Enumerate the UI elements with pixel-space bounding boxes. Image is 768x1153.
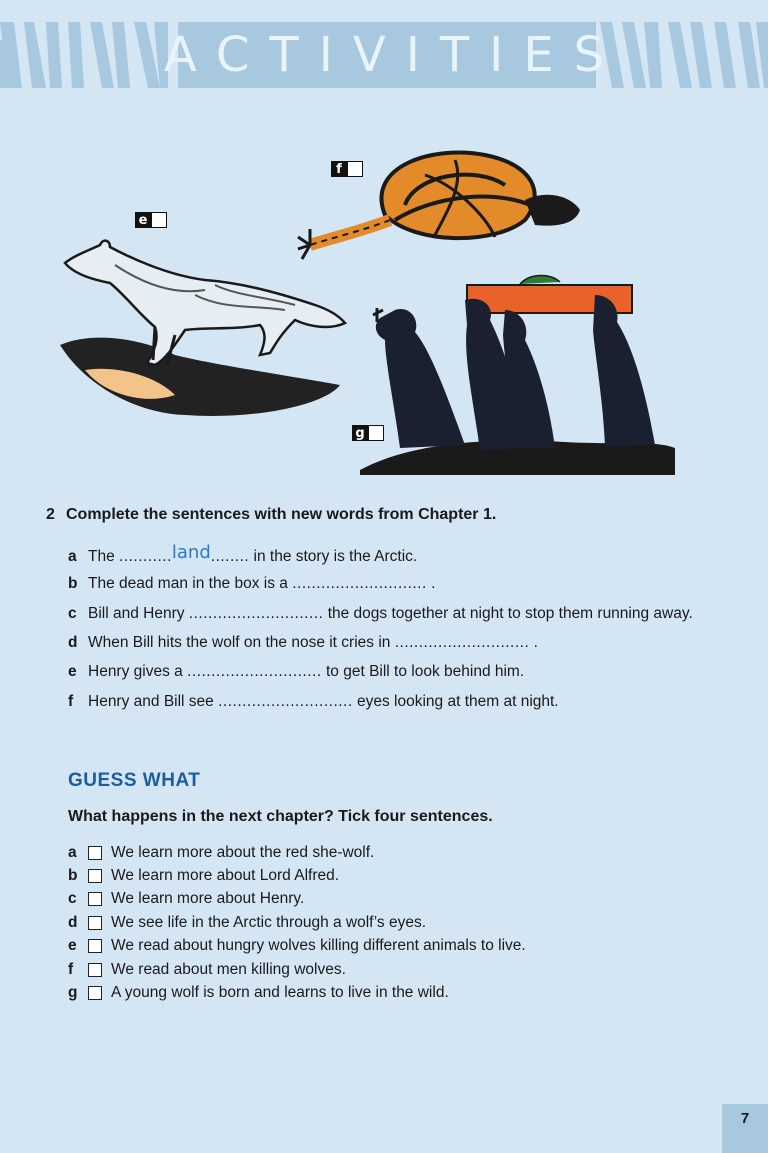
picture-label-g: g <box>352 425 384 441</box>
tick-checkbox[interactable] <box>88 892 102 906</box>
wolf-illustration <box>60 239 348 416</box>
exercise-number: 2 <box>46 506 55 523</box>
tick-checkbox[interactable] <box>88 846 102 860</box>
exercise-2-instruction: 2 Complete the sentences with new words f… <box>46 506 496 524</box>
item-letter: d <box>68 634 78 651</box>
sentence-text: in the story is the Arctic. <box>249 548 418 565</box>
funeral-illustration <box>360 274 675 475</box>
item-letter: b <box>68 867 78 884</box>
item-letter: e <box>68 937 77 954</box>
picture-label-e: e <box>135 212 167 228</box>
picture-letter: g <box>352 425 368 441</box>
item-letter: e <box>68 663 77 680</box>
sentence-e: e Henry gives a .........................… <box>68 663 524 681</box>
tick-checkbox[interactable] <box>88 963 102 977</box>
sentence-c: c Bill and Henry ........................… <box>68 605 693 623</box>
tick-item-text: We learn more about Henry. <box>111 890 305 907</box>
tick-item-text: We learn more about the red she-wolf. <box>111 844 375 861</box>
exercise-instruction-text: Complete the sentences with new words fr… <box>66 506 497 523</box>
tick-item-d: d We see life in the Arctic through a wol… <box>68 914 426 932</box>
item-letter: b <box>68 575 78 592</box>
page-title: ACTIVITIES <box>164 22 604 88</box>
answer-blank[interactable]: ............................ <box>218 693 353 710</box>
item-letter: a <box>68 844 77 861</box>
item-letter: f <box>68 961 74 978</box>
sentence-b: b The dead man in the box is a ..........… <box>68 575 435 593</box>
header-banner: ACTIVITIES <box>0 20 768 90</box>
item-letter: a <box>68 548 77 565</box>
tick-item-f: f We read about men killing wolves. <box>68 961 346 979</box>
item-letter: f <box>68 693 74 710</box>
tick-item-text: We see life in the Arctic through a wolf… <box>111 914 427 931</box>
sentence-text: to get Bill to look behind him. <box>321 663 525 680</box>
sentence-text: The dead man in the box is a <box>88 575 293 592</box>
answer-blank[interactable]: ............................ <box>187 663 322 680</box>
sentence-text: Bill and Henry <box>88 605 189 622</box>
sentence-text: . <box>529 634 538 651</box>
sentence-text: the dogs together at night to stop them … <box>323 605 693 622</box>
tick-item-text: We read about men killing wolves. <box>111 961 346 978</box>
item-letter: c <box>68 605 77 622</box>
item-letter: d <box>68 914 78 931</box>
tick-checkbox[interactable] <box>88 869 102 883</box>
tick-checkbox[interactable] <box>88 916 102 930</box>
sentence-f: f Henry and Bill see ....................… <box>68 693 559 711</box>
picture-letter: e <box>135 212 151 228</box>
picture-label-f: f <box>331 161 363 177</box>
page-number: 7 <box>722 1104 768 1153</box>
picture-answer-box[interactable] <box>347 161 363 177</box>
tick-item-a: a We learn more about the red she-wolf. <box>68 844 374 862</box>
item-letter: c <box>68 890 77 907</box>
tick-item-text: A young wolf is born and learns to live … <box>111 984 449 1001</box>
picture-answer-box[interactable] <box>151 212 167 228</box>
sentence-d: d When Bill hits the wolf on the nose it … <box>68 634 538 652</box>
sentence-text: Henry gives a <box>88 663 188 680</box>
sentence-text: . <box>426 575 436 592</box>
sentence-text: Henry and Bill see <box>88 693 219 710</box>
guess-what-instruction: What happens in the next chapter? Tick f… <box>68 808 493 825</box>
tick-item-text: We learn more about Lord Alfred. <box>111 867 340 884</box>
tick-item-text: We read about hungry wolves killing diff… <box>111 937 526 954</box>
answer-blank[interactable]: ............................ <box>189 605 324 622</box>
sentence-text: The <box>88 548 120 565</box>
tick-checkbox[interactable] <box>88 939 102 953</box>
sentence-a: a The ...........land........ in the stor… <box>68 542 418 566</box>
answer-blank-tail: ........ <box>210 548 250 565</box>
answer-blank[interactable]: ........... <box>119 548 172 565</box>
tick-item-e: e We read about hungry wolves killing dif… <box>68 937 526 955</box>
tick-item-g: g A young wolf is born and learns to live… <box>68 984 449 1002</box>
handwritten-answer: land <box>171 542 211 563</box>
tick-item-c: c We learn more about Henry. <box>68 890 304 908</box>
item-letter: g <box>68 984 78 1001</box>
answer-blank[interactable]: ............................ <box>292 575 427 592</box>
picture-answer-box[interactable] <box>368 425 384 441</box>
tick-item-b: b We learn more about Lord Alfred. <box>68 867 339 885</box>
tick-checkbox[interactable] <box>88 986 102 1000</box>
picture-letter: f <box>331 161 347 177</box>
sentence-text: eyes looking at them at night. <box>352 693 559 710</box>
answer-blank[interactable]: ............................ <box>395 634 530 651</box>
guess-what-heading: GUESS WHAT <box>68 770 201 791</box>
sentence-text: When Bill hits the wolf on the nose it c… <box>88 634 395 651</box>
